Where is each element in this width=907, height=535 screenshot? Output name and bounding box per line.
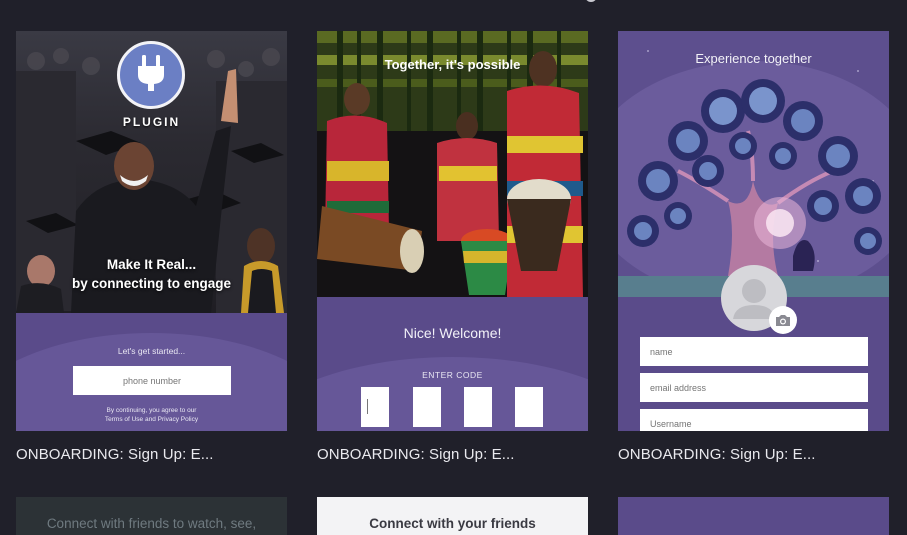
headline-line-1: Make It Real... (106, 257, 197, 272)
tree-illustration: Experience together (618, 31, 889, 297)
signup-prompt: Let's get started... (117, 346, 186, 356)
screen-thumbnail-2[interactable]: Together, it's possible Nice! Welcome! E… (317, 31, 588, 431)
top-edge-decoration (585, 0, 597, 2)
terms-line-1: By continuing, you agree to our (106, 407, 197, 414)
username-input[interactable] (640, 409, 868, 431)
code-digit-input-4[interactable] (515, 387, 543, 427)
thumbnail-4-text: Connect with friends to watch, see, (46, 516, 257, 531)
verification-panel: Nice! Welcome! ENTER CODE (317, 297, 588, 431)
panel-arc (317, 357, 588, 431)
headline-line-2: by connecting to engage (71, 276, 231, 291)
screen-thumbnail-4[interactable]: Connect with friends to watch, see, (16, 497, 287, 535)
welcome-text: Nice! Welcome! (403, 325, 502, 341)
card-caption-1[interactable]: ONBOARDING: Sign Up: E... (16, 446, 214, 463)
email-input[interactable] (640, 373, 868, 402)
card-caption-2[interactable]: ONBOARDING: Sign Up: E... (317, 446, 515, 463)
screen-title: Experience together (695, 51, 812, 66)
graduation-photo: PLUGIN Make It Real... by connecting to … (16, 31, 287, 313)
screen-title: Together, it's possible (384, 57, 521, 72)
code-digit-input-1[interactable] (361, 387, 389, 427)
code-digit-input-2[interactable] (413, 387, 441, 427)
card-caption-3[interactable]: ONBOARDING: Sign Up: E... (618, 446, 816, 463)
text-cursor (367, 399, 368, 414)
plug-logo-text: PLUGIN (122, 115, 181, 129)
signup-panel: Let's get started... By continuing, you … (16, 313, 287, 431)
drummers-photo: Together, it's possible (317, 31, 588, 297)
terms-text: By continuing, you agree to our Terms of… (16, 406, 287, 424)
plug-icon (134, 53, 168, 98)
name-input[interactable] (640, 337, 868, 366)
screen-thumbnail-5[interactable]: Connect with your friends (317, 497, 588, 535)
terms-line-2: Terms of Use and Privacy Policy (104, 416, 199, 423)
plug-logo (117, 41, 185, 109)
thumbnail-5-text: Connect with your friends (369, 516, 536, 531)
camera-icon[interactable] (769, 306, 797, 334)
code-digit-input-3[interactable] (464, 387, 492, 427)
screen-thumbnail-6[interactable] (618, 497, 889, 535)
phone-number-input[interactable] (73, 366, 231, 395)
screen-thumbnail-3[interactable]: Experience together (618, 31, 889, 431)
enter-code-label: ENTER CODE (422, 370, 483, 380)
screen-thumbnail-1[interactable]: PLUGIN Make It Real... by connecting to … (16, 31, 287, 431)
